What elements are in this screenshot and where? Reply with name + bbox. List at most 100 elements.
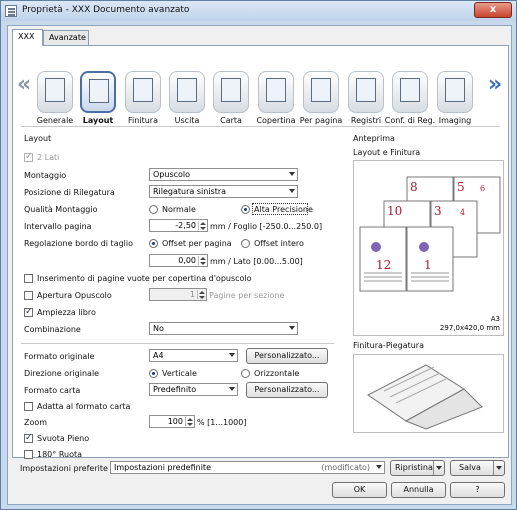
chevron-down-icon: [229, 353, 235, 357]
bordo-unit: mm / Lato [0.00...5.00]: [210, 257, 303, 266]
page-number: 4: [460, 208, 465, 217]
combinazione-select[interactable]: No: [149, 322, 298, 335]
tab-xxx[interactable]: XXX: [12, 29, 43, 46]
general-button[interactable]: [37, 71, 73, 113]
qualita-alta-radio[interactable]: [241, 205, 250, 214]
ripristina-label: Ripristina: [395, 463, 433, 472]
scroll-right-icon[interactable]: »: [488, 72, 502, 97]
bottom-bar: Impostazioni preferite Impostazioni pred…: [12, 460, 509, 502]
dialog-client: XXX Avanzate « » Generale Layout Finitur…: [7, 25, 512, 505]
spinner-arrows-icon[interactable]: [198, 221, 206, 230]
bordo-spinner[interactable]: 0,00: [149, 254, 208, 267]
combinazione-label: Combinazione: [24, 325, 81, 334]
ampiezza-checkbox[interactable]: ✓: [24, 308, 33, 317]
personalizzato-carta-button[interactable]: Personalizzato...: [246, 382, 328, 398]
direzione-verticale-label: Verticale: [162, 369, 197, 378]
ripristina-dropdown[interactable]: [433, 461, 444, 475]
montaggio-select[interactable]: Opuscolo: [149, 168, 298, 181]
bordo-offset-intero-radio[interactable]: [241, 239, 250, 248]
inserimento-label: Inserimento di pagine vuote per copertin…: [37, 274, 252, 283]
ok-button[interactable]: OK: [332, 482, 387, 498]
page-number: 1: [424, 258, 432, 272]
rilegatura-select[interactable]: Rilegatura sinistra: [149, 185, 298, 198]
svuota-label: Svuota Pieno: [37, 434, 90, 443]
direzione-verticale-radio[interactable]: [149, 369, 158, 378]
apertura-label: Apertura Opuscolo: [37, 291, 112, 300]
dialog-window: Proprietà - XXX Documento avanzato x XXX…: [0, 0, 517, 510]
imaging-icon: [445, 78, 465, 102]
qualita-normale-radio[interactable]: [149, 205, 158, 214]
spinner-arrows-icon[interactable]: [197, 290, 205, 299]
help-button[interactable]: ?: [450, 482, 505, 498]
scroll-left-icon[interactable]: «: [17, 72, 31, 97]
formato-value: A4: [153, 351, 164, 360]
zoom-unit: % [1...1000]: [197, 418, 247, 427]
ruota-checkbox[interactable]: [24, 450, 33, 459]
paper-button[interactable]: [213, 71, 249, 113]
adatta-checkbox[interactable]: [24, 402, 33, 411]
imaging-label: Imaging: [438, 116, 472, 125]
printer-properties-icon: [5, 5, 17, 17]
layout-section-title: Layout: [24, 134, 52, 143]
salva-button[interactable]: Salva: [450, 460, 505, 476]
pref-modified: (modificato): [321, 463, 370, 472]
cover-button[interactable]: [258, 71, 294, 113]
zoom-label: Zoom: [24, 418, 48, 427]
pref-value: Impostazioni predefinite: [114, 463, 211, 472]
apertura-value: 1: [189, 290, 195, 299]
direzione-orizzontale-label: Orizzontale: [254, 369, 300, 378]
bordo-offset-intero-label: Offset intero: [254, 239, 304, 248]
chevron-down-icon: [436, 466, 442, 470]
carta-select[interactable]: Predefinito: [149, 383, 238, 396]
close-button[interactable]: x: [474, 2, 512, 18]
tab-avanzate[interactable]: Avanzate: [43, 30, 89, 45]
bordo-offset-pagina-radio[interactable]: [149, 239, 158, 248]
preview-layout-title: Layout e Finitura: [353, 148, 421, 157]
finishing-preview-box: [353, 354, 504, 433]
output-button[interactable]: [169, 71, 205, 113]
flower-graphic: [419, 242, 429, 252]
intervallo-spinner[interactable]: -2,50: [149, 219, 208, 232]
layout-button[interactable]: [80, 71, 116, 113]
imaging-button[interactable]: [437, 71, 473, 113]
page-number: 5: [457, 180, 465, 194]
page-number: 8: [410, 180, 418, 194]
qualita-alta-label: Alta Precisione: [254, 205, 313, 214]
spinner-arrows-icon[interactable]: [185, 417, 193, 426]
intervallo-value: -2,50: [175, 221, 196, 230]
zoom-spinner[interactable]: 100: [149, 415, 195, 428]
tabs-button[interactable]: [348, 71, 384, 113]
per-page-button[interactable]: [303, 71, 339, 113]
apertura-checkbox[interactable]: [24, 291, 33, 300]
salva-dropdown[interactable]: [493, 461, 504, 475]
personalizzato-formato-button[interactable]: Personalizzato...: [246, 348, 328, 364]
two-sided-checkbox[interactable]: ✓: [24, 153, 33, 162]
annulla-button[interactable]: Annulla: [391, 482, 446, 498]
spinner-arrows-icon[interactable]: [198, 256, 206, 265]
general-icon: [45, 78, 65, 102]
pref-select[interactable]: Impostazioni predefinite (modificato): [110, 461, 385, 474]
rilegatura-label: Posizione di Rilegatura: [24, 188, 115, 197]
qualita-label: Qualità Montaggio: [24, 205, 98, 214]
carta-label: Formato carta: [24, 386, 81, 395]
preview-panel: Anteprima Layout e Finitura 8 5 10 3 12: [353, 134, 505, 444]
intervallo-unit: mm / Foglio [-250.0...250.0]: [210, 222, 323, 231]
svuota-checkbox[interactable]: ✓: [24, 434, 33, 443]
page-number: 6: [480, 184, 485, 193]
chevron-down-icon: [289, 326, 295, 330]
direzione-orizzontale-radio[interactable]: [241, 369, 250, 378]
bordo-value: 0,00: [178, 256, 196, 265]
registry-config-button[interactable]: [392, 71, 428, 113]
rilegatura-value: Rilegatura sinistra: [153, 187, 227, 196]
booklet-preview-image: 8 5 10 3 12 1 6 4 A3 297,0x420,0 mm: [359, 176, 501, 332]
apertura-spinner[interactable]: 1: [149, 288, 207, 301]
divider: [21, 343, 334, 344]
pref-label: Impostazioni preferite: [20, 464, 108, 473]
page-number: 12: [376, 258, 391, 272]
formato-select[interactable]: A4: [149, 349, 238, 362]
inserimento-checkbox[interactable]: [24, 274, 33, 283]
title-bar: Proprietà - XXX Documento avanzato x: [1, 1, 516, 21]
ripristina-button[interactable]: Ripristina: [390, 460, 445, 476]
finishing-button[interactable]: [125, 71, 161, 113]
page-number: 10: [387, 204, 402, 218]
